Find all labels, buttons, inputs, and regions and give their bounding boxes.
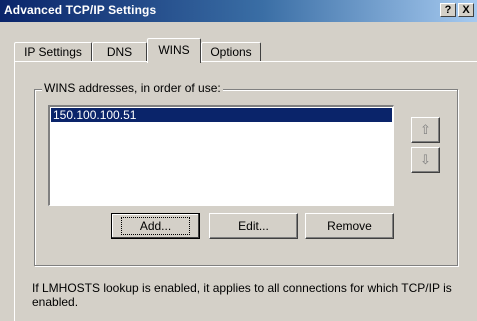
lmhosts-info-text: If LMHOSTS lookup is enabled, it applies… <box>32 281 452 309</box>
wins-address-list[interactable]: 150.100.100.51 <box>48 105 394 206</box>
add-button-label: Add... <box>120 217 191 235</box>
tab-dns[interactable]: DNS <box>92 42 147 62</box>
arrow-up-icon: ⇧ <box>420 122 431 137</box>
tab-ip-settings[interactable]: IP Settings <box>14 42 92 62</box>
arrow-down-icon: ⇩ <box>420 152 431 167</box>
move-up-button[interactable]: ⇧ <box>411 117 440 143</box>
wins-addresses-group-label: WINS addresses, in order of use: <box>42 81 223 95</box>
add-button[interactable]: Add... <box>111 213 200 239</box>
close-button[interactable]: X <box>458 3 474 17</box>
title-bar[interactable]: Advanced TCP/IP Settings ? X <box>0 0 477 22</box>
move-down-button[interactable]: ⇩ <box>411 147 440 173</box>
tab-options[interactable]: Options <box>201 42 261 62</box>
help-button[interactable]: ? <box>440 3 456 17</box>
tab-wins[interactable]: WINS <box>147 38 201 63</box>
list-item[interactable]: 150.100.100.51 <box>51 108 392 122</box>
edit-button[interactable]: Edit... <box>209 213 298 239</box>
remove-button[interactable]: Remove <box>305 213 394 239</box>
window-title: Advanced TCP/IP Settings <box>4 3 157 17</box>
